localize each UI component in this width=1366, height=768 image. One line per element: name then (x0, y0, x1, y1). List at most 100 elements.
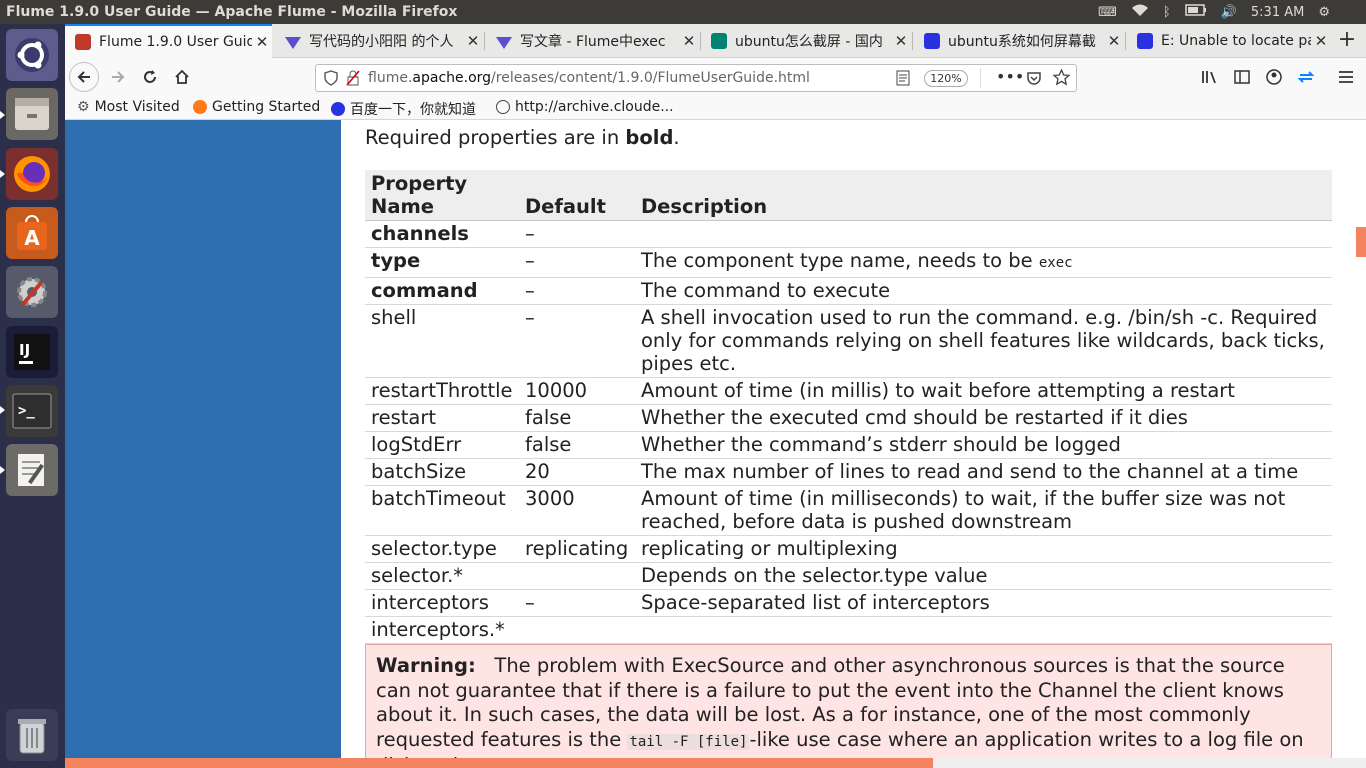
settings-icon[interactable] (6, 266, 58, 318)
bookmark-getting-started[interactable]: Getting Started (193, 99, 320, 115)
zoom-level-button[interactable]: 120% (924, 70, 968, 87)
bookmark-baidu[interactable]: 百度一下，你就知道 (331, 99, 476, 119)
close-tab-icon[interactable]: ✕ (891, 32, 911, 50)
property-name-cell: batchTimeout (365, 485, 519, 536)
tab-label: 写代码的小阳阳 的个人 (309, 34, 454, 50)
baidu-favicon-icon (924, 33, 940, 49)
terminal-icon[interactable]: >_ (6, 385, 58, 437)
svg-text:>_: >_ (18, 403, 35, 419)
table-row: selector.* Depends on the selector.type v… (365, 562, 1332, 590)
tab-flume-user-guide[interactable]: Flume 1.9.0 User Guide ✕ (65, 24, 272, 58)
vertical-scroll-thumb[interactable] (1356, 227, 1366, 257)
sync-icon[interactable] (1291, 63, 1321, 91)
property-name-cell: batchSize (365, 458, 519, 486)
keyboard-icon[interactable]: ⌨ (1098, 5, 1117, 20)
tab-separator (912, 32, 913, 50)
battery-icon[interactable] (1184, 4, 1207, 20)
bookmarks-toolbar: ⚙ Most Visited Getting Started 百度一下，你就知道… (65, 96, 1366, 120)
close-tab-icon[interactable]: ✕ (1311, 32, 1331, 50)
description-cell: Depends on the selector.type value (635, 562, 1332, 590)
account-icon[interactable] (1259, 63, 1289, 91)
default-value-cell: – (519, 220, 635, 248)
horizontal-scroll-thumb[interactable] (65, 758, 933, 768)
description-cell: Whether the executed cmd should be resta… (635, 404, 1332, 432)
system-top-panel: Flume 1.9.0 User Guide — Apache Flume - … (0, 0, 1366, 24)
forward-button[interactable] (103, 63, 133, 91)
new-tab-button[interactable]: + (1334, 28, 1360, 54)
description-cell: Amount of time (in millis) to wait befor… (635, 377, 1332, 405)
intellij-icon[interactable]: IJ (6, 326, 58, 378)
vertical-scrollbar[interactable] (1356, 120, 1366, 768)
table-row: logStdErr false Whether the command’s stde… (365, 431, 1332, 459)
menu-hamburger-icon[interactable] (1331, 63, 1361, 91)
files-icon[interactable] (6, 88, 58, 140)
horizontal-scrollbar[interactable] (65, 758, 1366, 768)
url-bar[interactable]: flume.apache.org/releases/content/1.9.0/… (315, 64, 1077, 92)
volume-icon[interactable]: 🔊 (1221, 5, 1237, 20)
bookmark-most-visited[interactable]: ⚙ Most Visited (77, 99, 180, 115)
description-text: Space-separated list of interceptors (641, 591, 990, 614)
table-row: restart false Whether the executed cmd sho… (365, 404, 1332, 432)
close-tab-icon[interactable]: ✕ (252, 33, 272, 51)
bookmark-archive-cloudera[interactable]: http://archive.cloude... (496, 99, 674, 115)
blog-favicon-icon (496, 37, 512, 49)
default-value-cell: – (519, 589, 635, 617)
software-center-icon[interactable]: A (6, 207, 58, 259)
library-icon[interactable] (1195, 63, 1225, 91)
gear-icon: ⚙ (77, 99, 90, 115)
blog-favicon-icon (285, 37, 301, 49)
tab-bing-search[interactable]: ubuntu怎么截屏 - 国内 ✕ (701, 24, 911, 58)
close-tab-icon[interactable]: ✕ (679, 32, 699, 50)
tab-unable-to-locate[interactable]: E: Unable to locate pa ✕ (1127, 24, 1331, 58)
page-actions-icon[interactable]: ••• (996, 67, 1024, 86)
property-name-cell: type (365, 247, 519, 278)
property-name-cell: shell (365, 304, 519, 378)
firefox-icon[interactable] (6, 148, 58, 200)
warning-title: Warning: (376, 654, 476, 677)
description-text: Whether the executed cmd should be resta… (641, 406, 1188, 429)
trash-icon[interactable] (6, 709, 58, 761)
svg-text:IJ: IJ (19, 341, 30, 359)
reload-button[interactable] (135, 63, 165, 91)
tab-write-article[interactable]: 写文章 - Flume中exec ✕ (486, 24, 699, 58)
default-value-cell: false (519, 404, 635, 432)
back-button[interactable] (69, 62, 99, 92)
sidebar-toggle-icon[interactable] (1227, 63, 1257, 91)
close-tab-icon[interactable]: ✕ (1104, 32, 1124, 50)
table-row: type – The component type name, needs to b… (365, 247, 1332, 278)
tab-baidu-search[interactable]: ubuntu系统如何屏幕截 ✕ (914, 24, 1124, 58)
column-header-description: Description (635, 170, 1332, 221)
bluetooth-icon[interactable]: ᛒ (1163, 5, 1171, 20)
navigation-toolbar: flume.apache.org/releases/content/1.9.0/… (65, 58, 1366, 96)
page-content: Required properties are in bold. Propert… (65, 120, 1366, 768)
table-header-row: Property Name Default Description (365, 170, 1332, 221)
default-value-cell: – (519, 247, 635, 278)
bookmark-label: http://archive.cloude... (515, 99, 674, 115)
ubuntu-dash-icon[interactable] (6, 29, 58, 81)
table-row: channels – (365, 220, 1332, 248)
shield-icon[interactable] (324, 70, 338, 86)
tab-csdn-blog[interactable]: 写代码的小阳阳 的个人 ✕ (275, 24, 483, 58)
default-value-cell (519, 616, 635, 644)
running-indicator (0, 170, 5, 178)
warning-admonition: Warning: The problem with ExecSource and… (365, 644, 1332, 768)
table-row: batchTimeout 3000 Amount of time (in milli… (365, 485, 1332, 536)
description-text: The max number of lines to read and send… (641, 460, 1299, 483)
property-name-cell: restartThrottle (365, 377, 519, 405)
table-row: command – The command to execute (365, 277, 1332, 305)
text-editor-icon[interactable] (6, 444, 58, 496)
power-gear-icon[interactable]: ⚙ (1318, 5, 1330, 20)
inline-code: exec (1038, 255, 1073, 271)
wifi-icon[interactable] (1131, 3, 1149, 21)
table-row: batchSize 20 The max number of lines to re… (365, 458, 1332, 486)
bookmark-star-icon[interactable] (1052, 68, 1071, 90)
description-text: replicating or multiplexing (641, 537, 898, 560)
doc-body: Required properties are in bold. Propert… (341, 120, 1349, 768)
close-tab-icon[interactable]: ✕ (463, 32, 483, 50)
clock[interactable]: 5:31 AM (1251, 5, 1304, 20)
home-button[interactable] (167, 63, 197, 91)
description-cell: Whether the command’s stderr should be l… (635, 431, 1332, 459)
insecure-lock-icon[interactable] (346, 70, 360, 86)
pocket-icon[interactable] (1026, 70, 1042, 90)
reader-view-icon[interactable] (896, 70, 910, 90)
